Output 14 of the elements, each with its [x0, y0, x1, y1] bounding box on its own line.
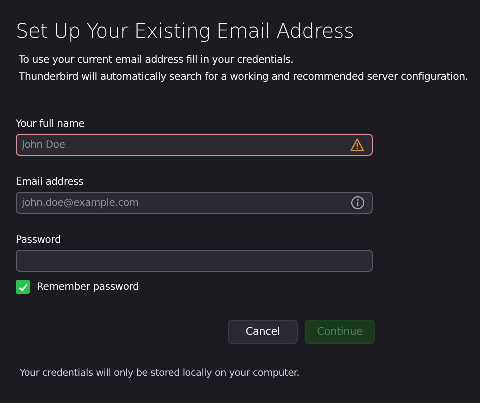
- info-icon: [351, 196, 365, 210]
- field-label: Email address: [16, 176, 85, 189]
- input-field[interactable]: john.doe@example.com: [16, 192, 373, 214]
- field-label: Password: [16, 234, 62, 247]
- input-field[interactable]: [16, 250, 373, 272]
- warning-icon: [350, 138, 365, 152]
- page-title: Set Up Your Existing Email Address: [16, 18, 356, 44]
- intro-text: To use your current email address fill in your credentials.: [19, 54, 295, 68]
- checkbox[interactable]: [16, 280, 30, 294]
- field-label: Your full name: [16, 118, 86, 131]
- cancel-button[interactable]: Cancel: [228, 320, 298, 344]
- intro-text: Thunderbird will automatically search for a working and recommended server configuration.: [19, 71, 470, 85]
- footer-note: Your credentials will only be stored locally on your computer.: [19, 368, 301, 379]
- checkbox-label: Remember password: [37, 282, 140, 292]
